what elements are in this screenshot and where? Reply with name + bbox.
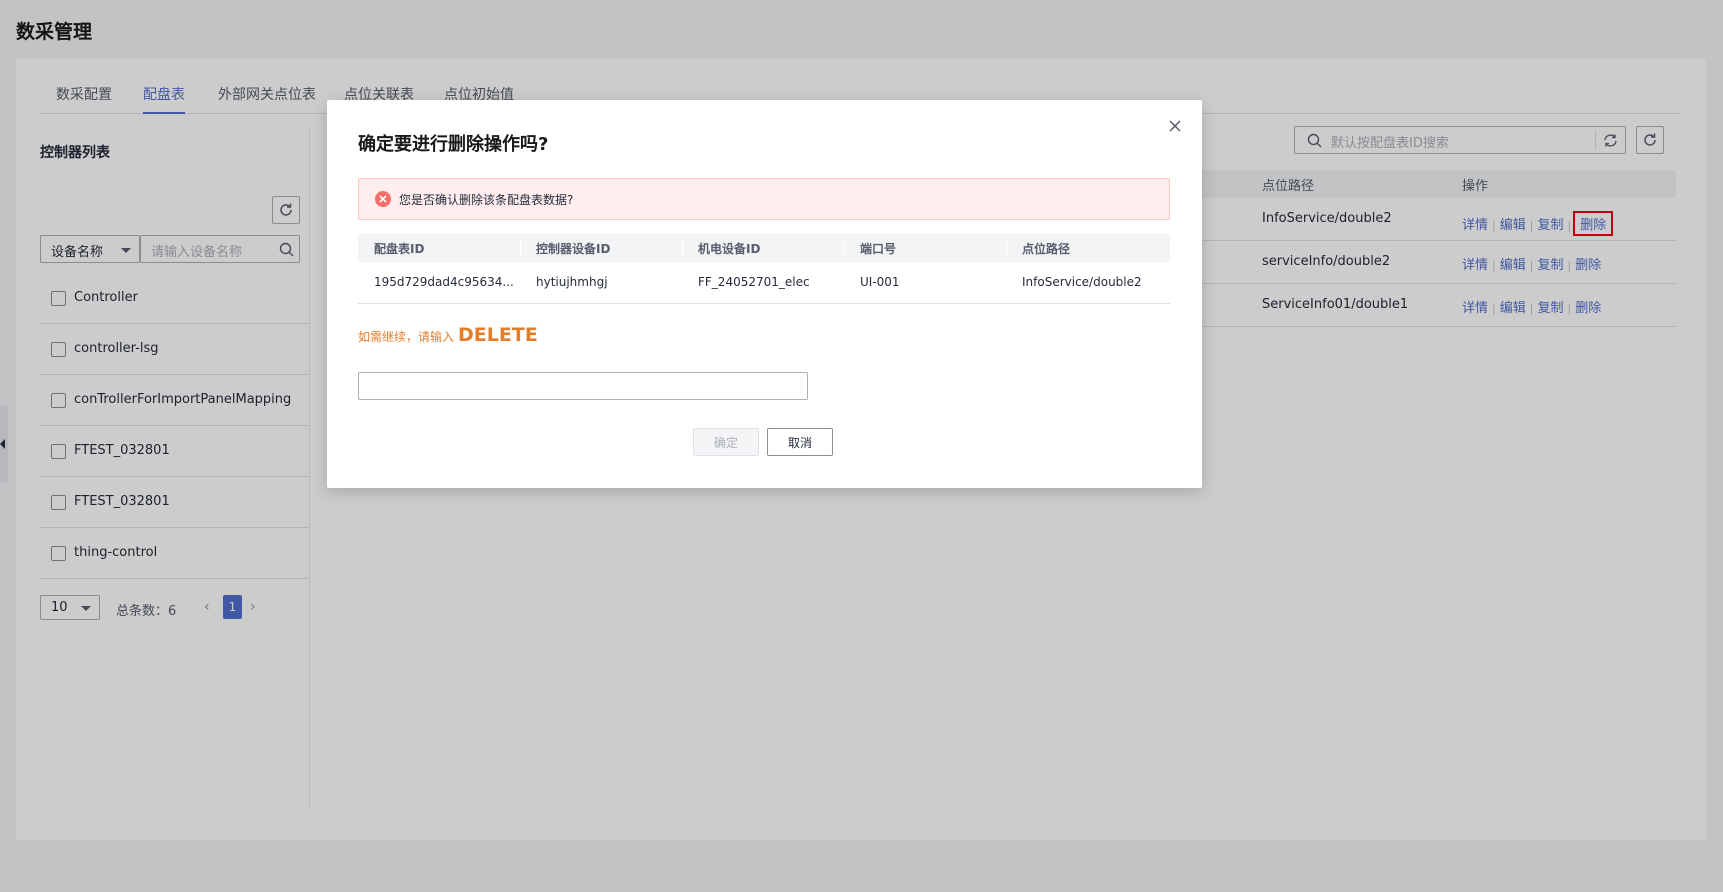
cell-equipment-id: FF_24052701_elec [698,275,810,289]
delete-confirm-dialog: 确定要进行删除操作吗? 您是否确认删除该条配盘表数据? 配盘表ID 控制器设备I… [327,100,1202,488]
delete-target-header: 配盘表ID 控制器设备ID 机电设备ID 端口号 点位路径 [358,234,1170,262]
close-button[interactable] [1165,116,1185,136]
confirm-button[interactable]: 确定 [693,428,759,456]
cell-point-path: InfoService/double2 [1022,275,1142,289]
error-circle-icon [375,191,391,207]
error-alert: 您是否确认删除该条配盘表数据? [358,178,1170,220]
column-separator [520,238,521,258]
cell-controller-id: hytiujhmhgj [536,275,608,289]
column-header-point-path: 点位路径 [1022,242,1071,256]
column-separator [1006,238,1007,258]
dialog-title: 确定要进行删除操作吗? [358,134,549,155]
delete-confirm-input[interactable] [358,372,808,400]
column-separator [682,238,683,258]
table-row: 195d729dad4c95634... hytiujhmhgj FF_2405… [358,262,1170,304]
alert-message: 您是否确认删除该条配盘表数据? [399,193,574,207]
confirm-keyword: DELETE [458,324,538,346]
cell-port: UI-001 [860,275,900,289]
confirm-prompt-text: 如需继续，请输入 [358,330,455,344]
cancel-button[interactable]: 取消 [767,428,833,456]
delete-target-table: 配盘表ID 控制器设备ID 机电设备ID 端口号 点位路径 195d729dad… [358,234,1170,304]
column-header-port: 端口号 [860,242,897,256]
column-separator [844,238,845,258]
cell-panel-id: 195d729dad4c95634... [374,275,514,289]
column-header-controller-id: 控制器设备ID [536,242,611,256]
confirm-prompt: 如需继续，请输入 DELETE [358,324,538,346]
close-icon [1169,120,1181,132]
column-header-equipment-id: 机电设备ID [698,242,761,256]
column-header-panel-id: 配盘表ID [374,242,425,256]
